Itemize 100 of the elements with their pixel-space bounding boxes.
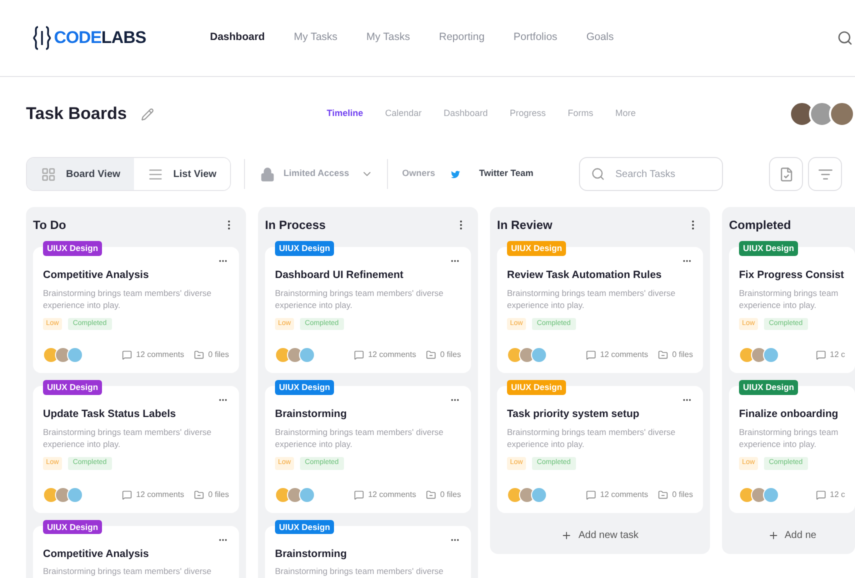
- avatar: [739, 486, 755, 502]
- column-title: In Review: [497, 217, 552, 234]
- comment-icon: [816, 490, 826, 500]
- view-tab[interactable]: Timeline: [326, 107, 364, 121]
- grid-icon: [41, 166, 56, 182]
- list-icon: [148, 166, 164, 182]
- avatar: [275, 486, 291, 502]
- category-tag: UIUX Design: [739, 241, 798, 256]
- logo-wordmark[interactable]: CODELABS: [54, 25, 146, 51]
- braces-icon: [33, 26, 51, 50]
- nav-link[interactable]: Dashboard: [210, 30, 265, 46]
- file-count: 0 files: [672, 349, 693, 362]
- category-tag: UIUX Design: [507, 241, 566, 256]
- owners-label: Owners: [402, 167, 436, 180]
- comment-icon: [122, 490, 132, 500]
- card-description: Brainstorming brings team experience into play.: [739, 426, 840, 450]
- avatar: [67, 347, 83, 364]
- column-title: Completed: [729, 217, 792, 234]
- filter-icon: [818, 166, 833, 182]
- comment-icon: [586, 490, 596, 500]
- category-tag: UIUX Design: [43, 520, 102, 534]
- view-toggle[interactable]: Board View: [27, 158, 134, 190]
- card-description: Brainstorming brings team members' diverse experience into play.: [275, 426, 444, 450]
- card-description: Brainstorming brings team members' diverse experience into play.: [43, 426, 212, 450]
- card-title: Task priority system setup: [507, 407, 640, 422]
- filter-button[interactable]: [808, 157, 842, 191]
- folder-icon: [194, 490, 204, 500]
- comment-count: 12 c: [830, 349, 845, 362]
- card-title: Dashboard UI Refinement: [275, 268, 404, 283]
- card-title: Brainstorming: [275, 407, 348, 422]
- comment-count: 12 comments: [600, 349, 648, 362]
- folder-icon: [426, 490, 436, 500]
- search-icon[interactable]: [837, 30, 853, 46]
- category-tag: UIUX Design: [275, 520, 334, 534]
- card-description: Brainstorming brings team members' diverse experience into play.: [507, 286, 676, 311]
- avatar: [519, 347, 535, 364]
- edit-icon[interactable]: [140, 108, 154, 120]
- folder-icon: [426, 350, 436, 360]
- comment-icon: [122, 350, 132, 360]
- card-title: Brainstorming: [275, 546, 348, 562]
- add-task-button[interactable]: Add ne: [729, 526, 855, 546]
- column-title: In Process: [265, 217, 326, 234]
- page-title: Task Boards: [26, 103, 127, 126]
- card-description: Brainstorming brings team members' diverse: [43, 565, 212, 578]
- search-icon: [591, 167, 606, 181]
- avatar: [67, 486, 83, 502]
- avatar: [43, 486, 59, 502]
- category-tag: UIUX Design: [43, 380, 102, 395]
- card-description: Brainstorming brings team members' diverse: [275, 565, 444, 578]
- category-tag: UIUX Design: [43, 241, 102, 256]
- team-name: Twitter Team: [479, 167, 534, 180]
- comment-count: 12 c: [830, 488, 845, 500]
- comment-count: 12 comments: [136, 349, 184, 362]
- file-count: 0 files: [208, 349, 229, 362]
- avatar: [739, 347, 755, 364]
- avatar: [751, 347, 767, 364]
- category-tag: UIUX Design: [507, 380, 566, 395]
- folder-icon: [194, 350, 204, 360]
- comment-icon: [354, 350, 364, 360]
- avatar: [275, 347, 291, 364]
- card-description: Brainstorming brings team members' diverse experience into play.: [507, 426, 676, 450]
- plus-icon: [561, 530, 572, 541]
- lock-icon: [260, 166, 276, 182]
- card-description: Brainstorming brings team members' diverse experience into play.: [43, 286, 212, 311]
- avatar: [55, 486, 71, 502]
- category-tag: UIUX Design: [275, 241, 334, 256]
- avatar: [299, 486, 315, 502]
- card-title: Competitive Analysis: [43, 546, 150, 562]
- bird-icon: [451, 170, 460, 178]
- add-task-button[interactable]: Add new task: [497, 526, 703, 546]
- file-count: 0 files: [208, 488, 229, 500]
- card-description: Brainstorming brings team members' diverse experience into play.: [275, 286, 444, 311]
- avatar: [43, 347, 59, 364]
- card-title: Finalize onboarding: [739, 407, 840, 422]
- comment-count: 12 comments: [368, 349, 416, 362]
- avatar: [507, 347, 523, 364]
- folder-icon: [658, 490, 668, 500]
- comment-icon: [354, 490, 364, 500]
- file-count: 0 files: [672, 488, 693, 500]
- file-count: 0 files: [440, 349, 461, 362]
- card-title: Update Task Status Labels: [43, 407, 177, 422]
- file-count: 0 files: [440, 488, 461, 500]
- file-check-icon: [778, 166, 794, 182]
- comment-count: 12 comments: [136, 488, 184, 500]
- avatar: [531, 486, 547, 502]
- comment-icon: [586, 350, 596, 360]
- card-title: Fix Progress Consist: [739, 268, 845, 283]
- plus-icon: [768, 530, 779, 541]
- category-tag: UIUX Design: [739, 380, 798, 395]
- avatar: [763, 347, 779, 364]
- folder-icon: [658, 350, 668, 360]
- export-button[interactable]: [769, 157, 804, 191]
- comment-count: 12 comments: [600, 488, 648, 500]
- column-title: To Do: [33, 217, 66, 234]
- search-field[interactable]: Search Tasks: [579, 157, 724, 191]
- avatar: [763, 486, 779, 502]
- avatar: [299, 347, 315, 364]
- card-title: Review Task Automation Rules: [507, 268, 663, 283]
- comment-icon: [816, 350, 826, 360]
- category-tag: UIUX Design: [275, 380, 334, 395]
